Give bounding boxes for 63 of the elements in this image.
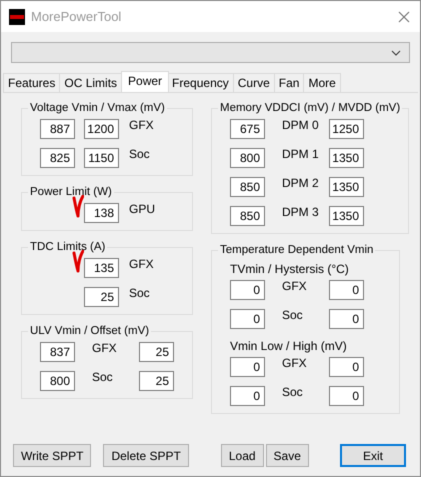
input-field[interactable]: 25 bbox=[84, 287, 119, 307]
group-title: ULV Vmin / Offset (mV) bbox=[29, 324, 150, 338]
group-title: TDC Limits (A) bbox=[29, 240, 106, 254]
app-logo-icon bbox=[9, 8, 25, 24]
row-label: GPU bbox=[128, 201, 156, 218]
row-label: DPM 1 bbox=[281, 146, 320, 163]
row-label: Soc bbox=[91, 369, 114, 386]
input-field[interactable]: 850 bbox=[230, 177, 265, 197]
row-label: GFX bbox=[281, 355, 308, 372]
input-field[interactable]: 25 bbox=[139, 342, 174, 362]
input-field[interactable]: 800 bbox=[230, 148, 265, 168]
input-field[interactable]: 1250 bbox=[329, 119, 364, 139]
group-title: Power Limit (W) bbox=[29, 185, 113, 199]
input-field[interactable]: 1200 bbox=[84, 119, 119, 139]
input-field[interactable]: 0 bbox=[230, 280, 265, 300]
row-label: GFX bbox=[281, 278, 308, 295]
tab[interactable]: Frequency bbox=[167, 73, 234, 92]
row-label: GFX bbox=[91, 340, 118, 357]
input-field[interactable]: 887 bbox=[40, 119, 75, 139]
input-field[interactable]: 0 bbox=[329, 280, 364, 300]
row-label: GFX bbox=[128, 117, 154, 134]
input-field[interactable]: 850 bbox=[230, 206, 265, 226]
group-title: Memory VDDCI (mV) / MVDD (mV) bbox=[219, 101, 402, 115]
action-button[interactable]: Exit bbox=[340, 444, 406, 467]
chevron-down-icon bbox=[391, 50, 401, 56]
input-field[interactable]: 1150 bbox=[84, 148, 119, 168]
row-label: Soc bbox=[128, 146, 150, 163]
section-subtitle: Vmin Low / High (mV) bbox=[230, 339, 348, 353]
input-field[interactable]: 0 bbox=[329, 386, 364, 406]
group-title: Voltage Vmin / Vmax (mV) bbox=[29, 101, 166, 115]
input-field[interactable]: 0 bbox=[329, 357, 364, 377]
input-field[interactable]: 1350 bbox=[329, 206, 364, 226]
tab[interactable]: More bbox=[303, 73, 341, 92]
row-label: Soc bbox=[281, 384, 304, 401]
action-button[interactable]: Write SPPT bbox=[13, 444, 92, 467]
section-subtitle: TVmin / Hystersis (°C) bbox=[230, 262, 350, 276]
input-field[interactable]: 0 bbox=[230, 309, 265, 329]
input-field[interactable]: 25 bbox=[139, 371, 174, 391]
input-field[interactable]: 1350 bbox=[329, 177, 364, 197]
row-label: DPM 0 bbox=[281, 117, 320, 134]
window-title: MorePowerTool bbox=[31, 8, 122, 26]
input-field[interactable]: 0 bbox=[230, 357, 265, 377]
row-label: DPM 2 bbox=[281, 175, 320, 192]
input-field[interactable]: 135 bbox=[84, 258, 119, 278]
input-field[interactable]: 138 bbox=[84, 203, 119, 223]
row-label: Soc bbox=[128, 285, 150, 302]
row-label: DPM 3 bbox=[281, 204, 320, 221]
input-field[interactable]: 1350 bbox=[329, 148, 364, 168]
tab[interactable]: Features bbox=[3, 73, 60, 92]
group-title: Temperature Dependent Vmin bbox=[219, 243, 374, 257]
input-field[interactable]: 825 bbox=[40, 148, 75, 168]
close-icon[interactable] bbox=[398, 10, 410, 22]
action-button[interactable]: Delete SPPT bbox=[103, 444, 189, 467]
action-button[interactable]: Save bbox=[266, 444, 309, 467]
input-field[interactable]: 675 bbox=[230, 119, 265, 139]
tab[interactable]: Power bbox=[121, 71, 170, 92]
row-label: GFX bbox=[128, 256, 154, 273]
row-label: Soc bbox=[281, 307, 304, 324]
action-button[interactable]: Load bbox=[220, 444, 264, 467]
input-field[interactable]: 800 bbox=[40, 371, 75, 391]
input-field[interactable]: 837 bbox=[40, 342, 75, 362]
input-field[interactable]: 0 bbox=[230, 386, 265, 406]
input-field[interactable]: 0 bbox=[329, 309, 364, 329]
